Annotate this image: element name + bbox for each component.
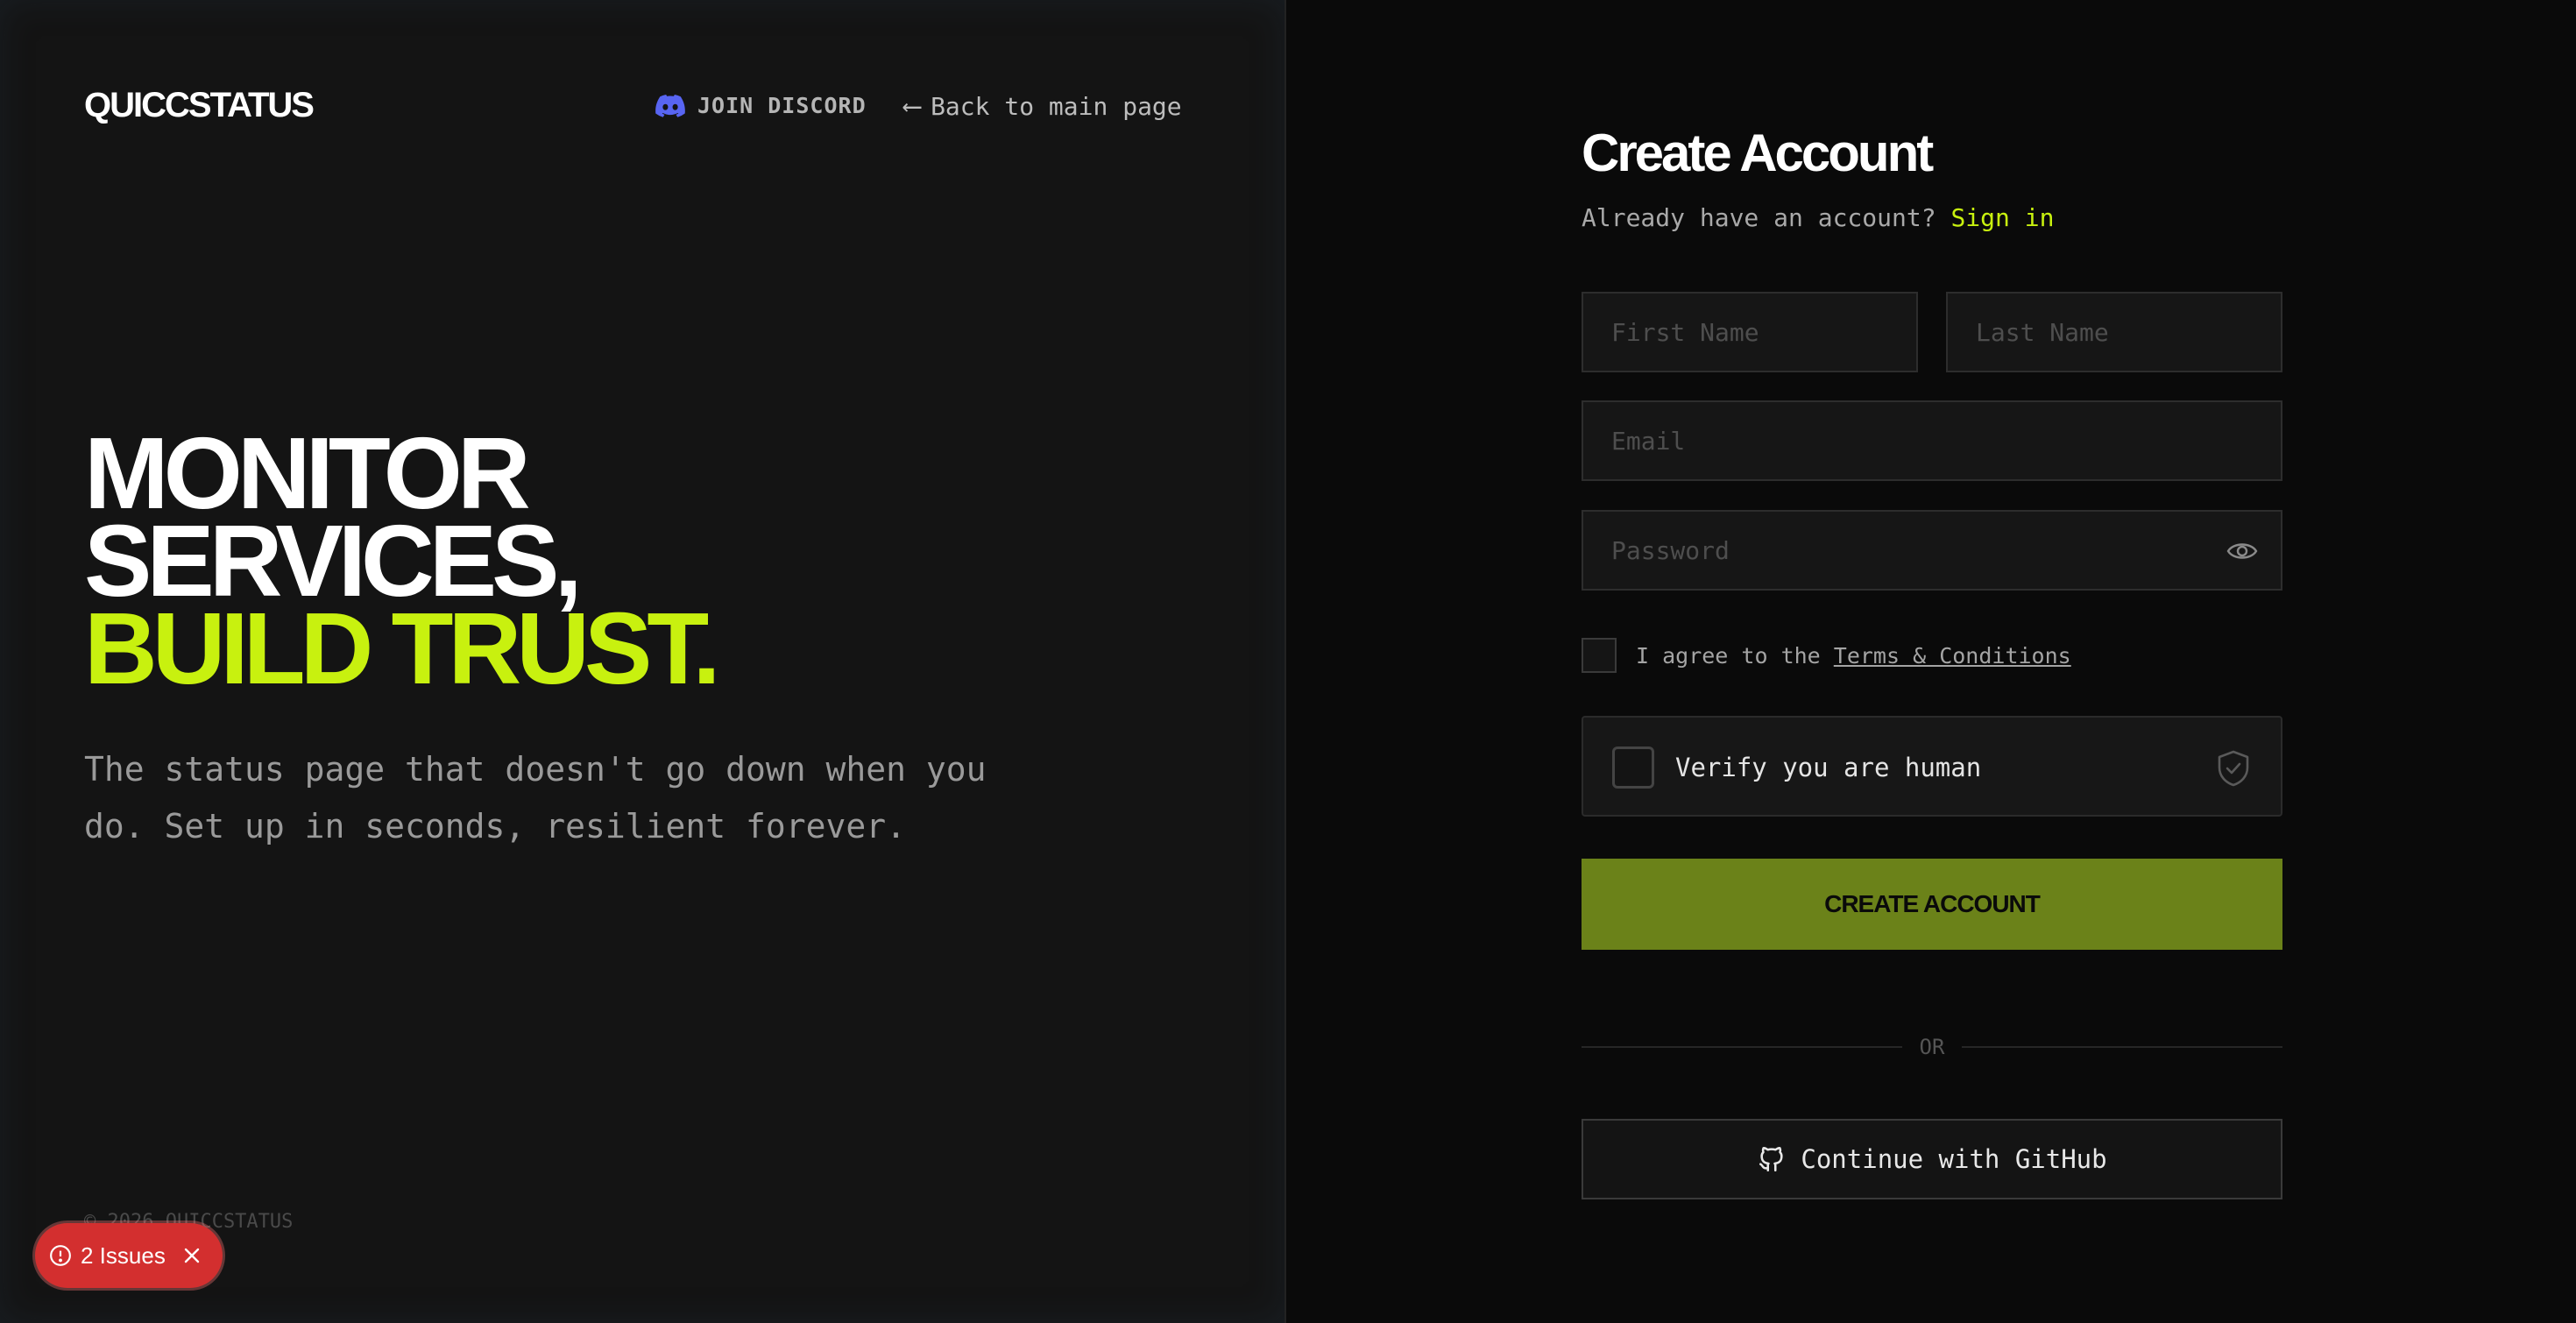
last-name-placeholder: Last Name	[1976, 317, 2109, 347]
github-icon	[1759, 1147, 1783, 1172]
form-title: Create Account	[1582, 124, 1934, 182]
github-button-label: Continue with GitHub	[1801, 1144, 2107, 1174]
terms-checkbox[interactable]	[1582, 638, 1617, 673]
arrow-left-icon: ⟵	[904, 91, 921, 122]
first-name-input[interactable]: First Name	[1582, 292, 1918, 372]
email-input[interactable]: Email	[1582, 400, 2282, 481]
eye-icon[interactable]	[2226, 538, 2258, 564]
signin-link[interactable]: Sign in	[1950, 203, 2054, 232]
back-to-main-link[interactable]: ⟵ Back to main page	[904, 91, 1182, 122]
terms-link[interactable]: Terms & Conditions	[1834, 643, 2071, 669]
signup-form: Create Account Already have an account? …	[1582, 0, 2282, 1323]
terms-prefix: I agree to the	[1636, 642, 1834, 669]
divider-label: OR	[1919, 1035, 1945, 1059]
or-divider: OR	[1582, 1034, 2282, 1060]
issues-badge[interactable]: 2 Issues	[35, 1223, 223, 1288]
password-input[interactable]: Password	[1582, 510, 2282, 591]
hero-headline: MONITOR SERVICES, BUILD TRUST.	[84, 422, 721, 705]
first-name-placeholder: First Name	[1611, 317, 1759, 347]
terms-text: I agree to the Terms & Conditions	[1636, 643, 2071, 669]
alert-circle-icon	[50, 1245, 71, 1266]
hero-subtitle: The status page that doesn't go down whe…	[84, 750, 987, 845]
divider-line-right	[1962, 1046, 2282, 1048]
github-button[interactable]: Continue with GitHub	[1582, 1119, 2282, 1199]
join-discord-link[interactable]: JOIN DISCORD	[655, 93, 867, 118]
captcha-checkbox[interactable]	[1612, 746, 1654, 789]
shield-check-icon	[2218, 750, 2249, 787]
back-to-main-label: Back to main page	[931, 92, 1182, 121]
password-placeholder: Password	[1611, 535, 1730, 565]
captcha-label: Verify you are human	[1675, 753, 1982, 782]
divider-line-left	[1582, 1046, 1902, 1048]
hero-line-3: BUILD TRUST.	[84, 591, 721, 705]
issues-label: 2 Issues	[81, 1242, 166, 1269]
email-placeholder: Email	[1611, 426, 1686, 456]
signin-prompt-row: Already have an account? Sign in	[1582, 203, 2054, 232]
captcha-widget: Verify you are human	[1582, 716, 2282, 817]
signup-screen: QUICCSTATUS JOIN DISCORD ⟵ Back to main …	[0, 0, 2576, 1323]
terms-row: I agree to the Terms & Conditions	[1582, 638, 2071, 673]
discord-icon	[655, 94, 685, 117]
brand-logo[interactable]: QUICCSTATUS	[84, 86, 315, 125]
last-name-input[interactable]: Last Name	[1946, 292, 2282, 372]
close-icon[interactable]	[181, 1245, 202, 1266]
signin-prompt: Already have an account?	[1582, 203, 1951, 232]
create-account-button[interactable]: CREATE ACCOUNT	[1582, 859, 2282, 950]
marketing-panel: QUICCSTATUS JOIN DISCORD ⟵ Back to main …	[0, 0, 1286, 1323]
join-discord-label: JOIN DISCORD	[697, 93, 867, 118]
